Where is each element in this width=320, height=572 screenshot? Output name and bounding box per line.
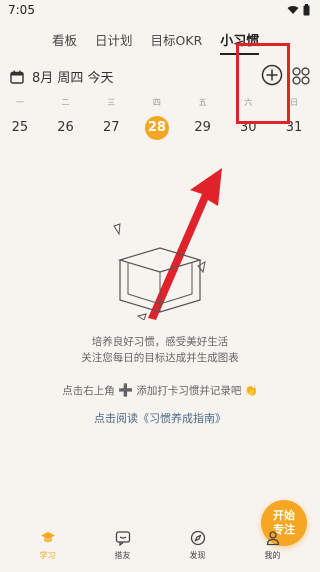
top-tabs: 看板 日计划 目标OKR 小习惯 [52, 30, 260, 55]
nav-item-me[interactable]: 我的 [248, 522, 298, 572]
day-cell[interactable]: 30 [236, 116, 260, 140]
battery-icon [303, 4, 310, 16]
nav-label-buddy: 搭友 [114, 551, 131, 560]
date-label: 8月 周四 今天 [32, 71, 114, 86]
weekday-label: 三 [107, 98, 116, 107]
empty-state-line2: 关注您每日的目标达成并生成图表 [81, 352, 239, 364]
day-cell[interactable]: 27 [99, 116, 123, 140]
plus-circle-icon[interactable] [261, 64, 283, 86]
calendar-icon [10, 70, 24, 84]
empty-state-line1: 培养良好习惯，感受美好生活 [91, 336, 229, 348]
nav-item-discover[interactable]: 发现 [173, 522, 223, 572]
focus-button-line1: 开始 [273, 509, 295, 522]
grid-icon[interactable] [292, 67, 310, 85]
graduation-cap-icon [40, 532, 55, 543]
compass-icon [190, 530, 205, 546]
chat-icon [115, 531, 130, 546]
weekday-label: 二 [61, 98, 70, 107]
wifi-icon [287, 6, 299, 14]
nav-item-buddy[interactable]: 搭友 [98, 522, 148, 572]
plus-icon: ➕ [118, 383, 134, 397]
status-bar: 7:05 [0, 0, 320, 22]
weekday-label: 五 [198, 98, 207, 107]
weekday-label: 六 [244, 98, 253, 107]
nav-label-me: 我的 [264, 551, 281, 560]
nav-item-study[interactable]: 学习 [23, 522, 73, 572]
day-cell[interactable]: 31 [282, 116, 306, 140]
weekday-label: 四 [152, 98, 161, 107]
tab-daily-plan[interactable]: 日计划 [95, 30, 133, 55]
weekday-label: 日 [289, 98, 298, 107]
week-days: 25 26 27 28 29 30 31 [0, 116, 320, 140]
person-icon [266, 531, 279, 546]
bottom-nav: 学习 搭友 发现 我的 [0, 522, 320, 572]
day-cell-selected[interactable]: 28 [144, 116, 169, 140]
weekday-labels: 一 二 三 四 五 六 日 [0, 97, 320, 108]
nav-label-study: 学习 [39, 551, 56, 560]
status-icons [287, 4, 310, 16]
tab-kanban[interactable]: 看板 [52, 30, 77, 55]
status-time: 7:05 [8, 3, 35, 17]
clap-icon: 👏 [244, 385, 258, 397]
day-cell[interactable]: 29 [191, 116, 215, 140]
day-cell[interactable]: 25 [8, 116, 32, 140]
hint-before: 点击右上角 [62, 385, 115, 397]
habit-guide-link[interactable]: 点击阅读《习惯养成指南》 [0, 410, 320, 426]
tab-habits[interactable]: 小习惯 [220, 30, 260, 55]
tab-okr[interactable]: 目标OKR [151, 30, 203, 55]
add-habit-hint: 点击右上角 ➕ 添加打卡习惯并记录吧 👏 [0, 383, 320, 398]
weekday-label: 一 [15, 98, 24, 107]
day-cell[interactable]: 26 [54, 116, 78, 140]
nav-label-discover: 发现 [189, 551, 206, 560]
date-header[interactable]: 8月 周四 今天 [10, 67, 114, 86]
hint-after: 添加打卡习惯并记录吧 [136, 385, 242, 397]
empty-box-illustration [113, 223, 206, 320]
